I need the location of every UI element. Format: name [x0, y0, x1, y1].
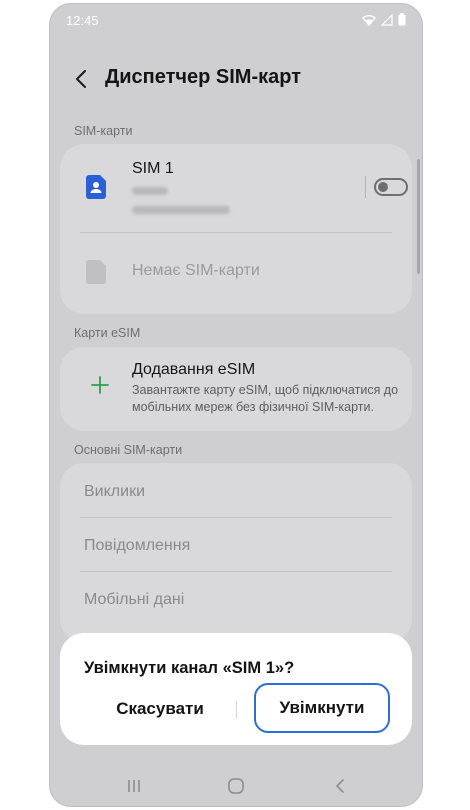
- plus-icon: [91, 376, 109, 394]
- sim1-number-redacted: [132, 206, 230, 214]
- wifi-icon: [362, 14, 376, 26]
- divider: [80, 571, 392, 572]
- back-icon: [336, 779, 344, 793]
- add-esim-description: Завантажте карту eSIM, щоб підключатися …: [132, 383, 399, 414]
- main-sim-item-calls[interactable]: Виклики: [84, 483, 145, 501]
- scrollbar[interactable]: [417, 159, 420, 274]
- home-button[interactable]: [224, 776, 248, 796]
- home-icon: [228, 778, 244, 794]
- no-sim-label: Немає SIM-карти: [132, 262, 260, 279]
- empty-sim-icon: [86, 260, 106, 284]
- dialog-button-separator: [236, 701, 237, 719]
- cancel-button[interactable]: Скасувати: [90, 691, 230, 727]
- dialog-title: Увімкнути канал «SIM 1»?: [84, 659, 295, 677]
- status-time: 12:45: [66, 13, 99, 28]
- back-chevron-icon[interactable]: [70, 67, 94, 91]
- toggle-separator: [365, 176, 366, 198]
- phone-screen: 12:45 Диспетчер SIM-карт SIM-карти SIM 1…: [49, 3, 423, 807]
- battery-icon: [398, 13, 406, 26]
- toggle-knob: [378, 182, 388, 192]
- navigation-bar: [50, 766, 422, 806]
- section-label-main-sim: Основні SIM-карти: [74, 443, 183, 457]
- page-title: Диспетчер SIM-карт: [105, 66, 302, 88]
- main-sim-card: Виклики Повідомлення Мобільні дані: [60, 463, 412, 643]
- section-label-sim-cards: SIM-карти: [74, 124, 133, 138]
- back-button[interactable]: [328, 776, 352, 796]
- status-bar: 12:45: [50, 4, 422, 38]
- recents-icon: [128, 780, 140, 792]
- main-sim-item-messages[interactable]: Повідомлення: [84, 537, 190, 555]
- sim1-carrier-redacted: [132, 187, 168, 195]
- signal-icon: [381, 13, 393, 26]
- divider: [80, 517, 392, 518]
- enable-button[interactable]: Увімкнути: [254, 683, 390, 733]
- section-label-esim: Карти eSIM: [74, 326, 141, 340]
- sim1-name: SIM 1: [132, 160, 174, 177]
- sim-cards-card: SIM 1 Немає SIM-карти: [60, 144, 412, 314]
- app-header: Диспетчер SIM-карт: [50, 60, 422, 100]
- main-sim-item-mobile-data[interactable]: Мобільні дані: [84, 591, 184, 609]
- add-esim-card[interactable]: Додавання eSIM Завантажте карту eSIM, що…: [60, 347, 412, 431]
- sim-card-icon: [86, 175, 106, 199]
- recents-button[interactable]: [122, 776, 146, 796]
- status-icons: [362, 13, 406, 26]
- sim1-toggle[interactable]: [374, 178, 408, 196]
- sim1-row[interactable]: SIM 1: [60, 144, 412, 230]
- enable-sim-dialog: Увімкнути канал «SIM 1»? Скасувати Увімк…: [60, 633, 412, 745]
- add-esim-title: Додавання eSIM: [132, 361, 256, 378]
